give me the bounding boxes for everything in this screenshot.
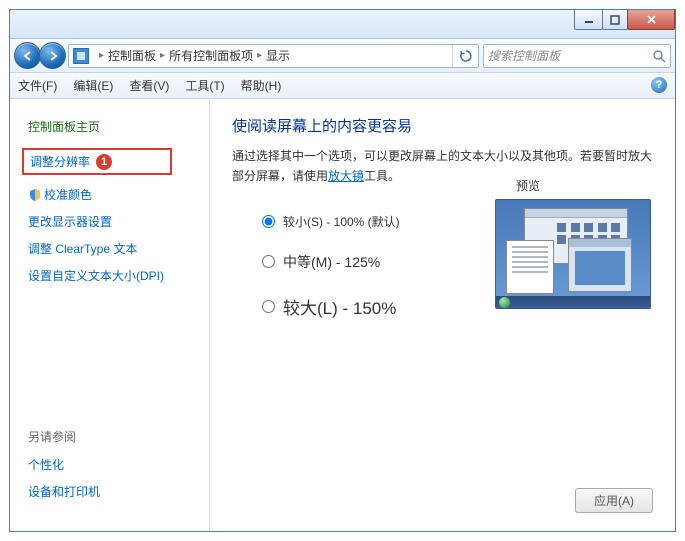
close-button[interactable] — [627, 10, 675, 30]
personalization-link[interactable]: 个性化 — [28, 451, 209, 478]
adjust-resolution-label: 调整分辨率 — [30, 153, 90, 170]
start-orb-icon — [499, 297, 510, 308]
shield-icon — [28, 188, 42, 202]
search-icon — [652, 49, 666, 63]
menu-view[interactable]: 查看(V) — [129, 77, 169, 94]
adjust-resolution-link[interactable]: 调整分辨率 1 — [22, 148, 172, 175]
menubar: 文件(F) 编辑(E) 查看(V) 工具(T) 帮助(H) ? — [10, 73, 675, 99]
radio-small[interactable] — [262, 215, 275, 228]
control-panel-home-link[interactable]: 控制面板主页 — [28, 113, 209, 145]
page-description: 通过选择其中一个选项，可以更改屏幕上的文本大小以及其他项。若要暂时放大部分屏幕，… — [232, 146, 657, 187]
crumb-control-panel[interactable]: 控制面板 — [108, 47, 156, 64]
preview-image — [495, 199, 651, 309]
control-panel-icon — [73, 48, 89, 64]
radio-large[interactable] — [262, 300, 275, 313]
calibrate-color-link[interactable]: 校准颜色 — [28, 181, 209, 208]
search-placeholder: 搜索控制面板 — [488, 47, 560, 64]
magnifier-link[interactable]: 放大镜 — [328, 169, 364, 183]
chevron-right-icon: ▸ — [160, 50, 165, 61]
devices-printers-link[interactable]: 设备和打印机 — [28, 478, 209, 505]
adjust-cleartype-link[interactable]: 调整 ClearType 文本 — [28, 235, 209, 262]
set-custom-dpi-link[interactable]: 设置自定义文本大小(DPI) — [28, 262, 209, 289]
navbar: ▸ 控制面板 ▸ 所有控制面板项 ▸ 显示 搜索控制面板 — [10, 39, 675, 73]
menu-tools[interactable]: 工具(T) — [185, 77, 224, 94]
apply-button[interactable]: 应用(A) — [575, 488, 653, 513]
breadcrumb[interactable]: ▸ 控制面板 ▸ 所有控制面板项 ▸ 显示 — [68, 44, 479, 68]
chevron-right-icon: ▸ — [257, 50, 262, 61]
maximize-button[interactable] — [602, 10, 628, 30]
page-title: 使阅读屏幕上的内容更容易 — [232, 115, 657, 136]
control-panel-window: ▸ 控制面板 ▸ 所有控制面板项 ▸ 显示 搜索控制面板 文件(F) 编辑(E)… — [9, 9, 676, 532]
chevron-right-icon: ▸ — [99, 50, 104, 61]
menu-edit[interactable]: 编辑(E) — [73, 77, 113, 94]
change-display-settings-link[interactable]: 更改显示器设置 — [28, 208, 209, 235]
radio-medium[interactable] — [262, 255, 275, 268]
minimize-button[interactable] — [574, 10, 603, 30]
menu-help[interactable]: 帮助(H) — [241, 77, 282, 94]
help-icon[interactable]: ? — [651, 77, 667, 93]
forward-button[interactable] — [39, 42, 66, 69]
sidebar: 控制面板主页 调整分辨率 1 校准颜色 更改显示器设置 调整 ClearType… — [10, 99, 210, 531]
refresh-button[interactable] — [452, 45, 478, 67]
crumb-display[interactable]: 显示 — [266, 47, 290, 64]
content-area: 使阅读屏幕上的内容更容易 通过选择其中一个选项，可以更改屏幕上的文本大小以及其他… — [210, 99, 675, 531]
titlebar[interactable] — [10, 10, 675, 39]
back-button[interactable] — [14, 42, 41, 69]
menu-file[interactable]: 文件(F) — [18, 77, 57, 94]
search-input[interactable]: 搜索控制面板 — [483, 44, 671, 68]
preview-label: 预览 — [516, 177, 540, 194]
see-also-heading: 另请参阅 — [28, 424, 209, 451]
crumb-all-items[interactable]: 所有控制面板项 — [169, 47, 253, 64]
annotation-badge: 1 — [96, 154, 112, 170]
